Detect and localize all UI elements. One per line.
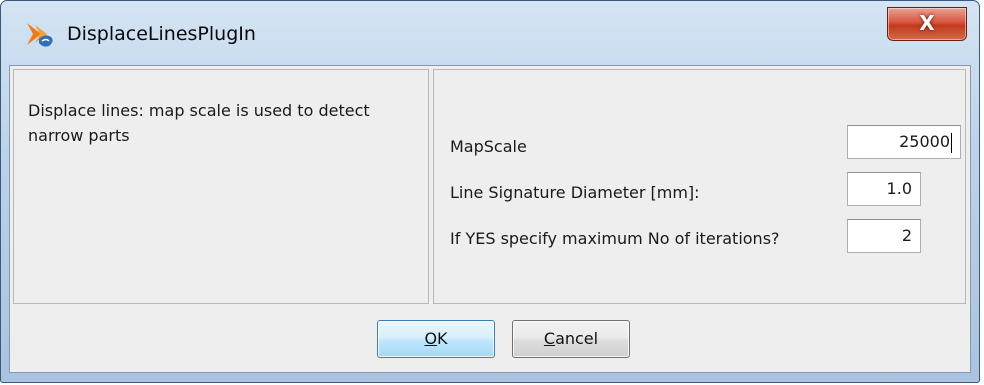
cancel-button[interactable]: Cancel — [512, 320, 630, 358]
line-signature-diameter-input[interactable]: 1.0 — [847, 172, 921, 206]
line-signature-diameter-label: Line Signature Diameter [mm]: — [450, 183, 700, 202]
close-button[interactable]: X — [887, 7, 967, 41]
plugin-arrow-icon — [25, 19, 57, 49]
cancel-mnemonic: C — [543, 329, 556, 348]
mapscale-label: MapScale — [450, 137, 527, 156]
close-icon: X — [919, 11, 935, 35]
button-bar: OK Cancel — [13, 306, 966, 368]
mapscale-input[interactable]: 25000 — [847, 125, 961, 159]
ok-label-rest: K — [437, 329, 448, 348]
description-text: Displace lines: map scale is used to det… — [28, 101, 370, 145]
max-iterations-label: If YES specify maximum No of iterations? — [450, 229, 780, 248]
title-bar[interactable]: DisplaceLinesPlugIn X — [1, 1, 979, 65]
ok-button[interactable]: OK — [377, 320, 495, 358]
ok-mnemonic: O — [424, 329, 438, 348]
max-iterations-input[interactable]: 2 — [847, 219, 921, 253]
text-caret — [951, 132, 952, 153]
description-panel: Displace lines: map scale is used to det… — [13, 69, 429, 304]
parameters-panel: MapScale 25000 Line Signature Diameter [… — [433, 69, 966, 304]
dialog-window: DisplaceLinesPlugIn X Displace lines: ma… — [0, 0, 980, 383]
line-signature-diameter-value: 1.0 — [886, 179, 912, 198]
cancel-label-rest: ancel — [555, 329, 599, 348]
dialog-client-area: Displace lines: map scale is used to det… — [9, 65, 971, 373]
window-title: DisplaceLinesPlugIn — [67, 23, 256, 45]
mapscale-value: 25000 — [899, 132, 950, 151]
max-iterations-value: 2 — [901, 226, 912, 245]
